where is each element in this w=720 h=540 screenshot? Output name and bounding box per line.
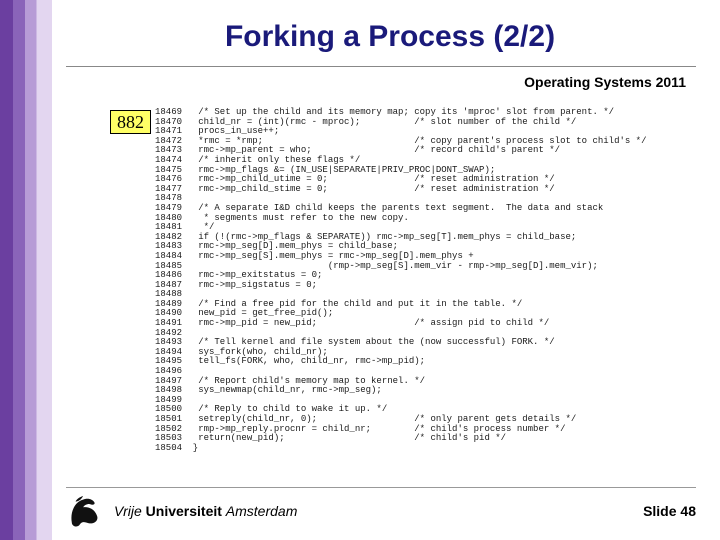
- university-name: Vrije Universiteit Amsterdam: [114, 503, 297, 519]
- griffin-logo-icon: [66, 494, 104, 528]
- slide-number-label: Slide: [643, 503, 680, 519]
- code-listing: 18469 /* Set up the child and its memory…: [155, 108, 646, 453]
- course-subheader: Operating Systems 2011: [524, 74, 686, 90]
- divider-top: [66, 66, 696, 67]
- footer: Vrije Universiteit Amsterdam Slide 48: [66, 496, 696, 526]
- book-page-badge: 882: [110, 110, 151, 134]
- slide: Forking a Process (2/2) Operating System…: [0, 0, 720, 540]
- divider-bottom: [66, 487, 696, 488]
- university-part2: Universiteit: [146, 503, 226, 519]
- slide-title: Forking a Process (2/2): [110, 20, 670, 54]
- university-part3: Amsterdam: [226, 503, 298, 519]
- university-part1: Vrije: [114, 503, 146, 519]
- slide-number: Slide 48: [643, 503, 696, 519]
- left-accent-bar: [0, 0, 52, 540]
- footer-left: Vrije Universiteit Amsterdam: [66, 494, 297, 528]
- slide-number-value: 48: [680, 503, 696, 519]
